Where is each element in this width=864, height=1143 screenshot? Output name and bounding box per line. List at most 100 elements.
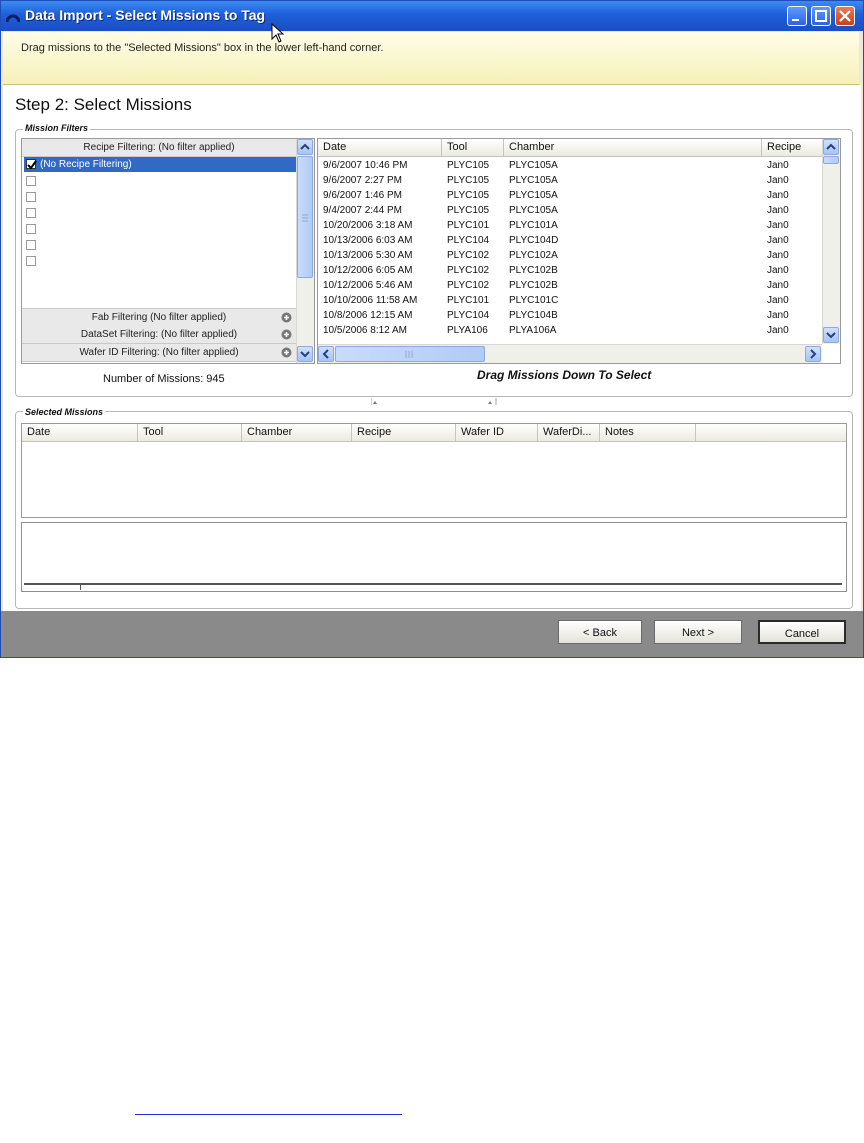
missions-grid[interactable]: Date Tool Chamber Recipe 9/6/2007 10:46 … [317,138,841,364]
scroll-up-button[interactable] [297,139,313,155]
column-header-date[interactable]: Date [22,424,138,441]
chevron-down-icon [300,351,310,358]
recipe-item[interactable] [24,190,296,205]
mission-cell: PLYC104B [509,310,558,321]
scroll-up-button[interactable] [823,139,839,155]
waferid-filter-header[interactable]: Wafer ID Filtering: (No filter applied) [22,344,296,362]
recipe-checkbox[interactable] [26,176,36,186]
column-header-recipe[interactable]: Recipe [762,139,822,156]
recipe-checkbox[interactable] [26,208,36,218]
recipe-checkbox[interactable] [26,256,36,266]
mission-cell: Jan0 [767,220,789,231]
dataset-filter-text: DataSet Filtering: (No filter applied) [80,329,238,340]
mission-cell: PLYC105A [509,160,558,171]
mission-cell: PLYC102B [509,280,558,291]
scroll-thumb[interactable] [823,156,839,164]
recipe-item[interactable] [24,222,296,237]
minimize-button[interactable] [787,6,807,26]
recipe-checkbox[interactable] [26,159,37,170]
cancel-button[interactable]: Cancel [758,620,846,644]
mission-cell: Jan0 [767,160,789,171]
mission-cell: PLYC105A [509,205,558,216]
mission-cell: Jan0 [767,265,789,276]
mission-row[interactable]: 9/6/2007 2:27 PM PLYC105 PLYC105A Jan0 [318,173,822,188]
maximize-button[interactable] [811,6,831,26]
filters-scrollbar[interactable] [296,139,314,363]
grip-icon [405,351,413,358]
expand-plus-icon[interactable] [281,347,292,358]
column-header-tool[interactable]: Tool [442,139,504,156]
scroll-down-button[interactable] [823,327,839,343]
mission-row[interactable]: 9/4/2007 2:44 PM PLYC105 PLYC105A Jan0 [318,203,822,218]
mission-row[interactable]: 10/8/2006 12:15 AM PLYC104 PLYC104B Jan0 [318,308,822,323]
missions-grid-header: Date Tool Chamber Recipe [318,139,822,157]
mission-cell: Jan0 [767,205,789,216]
mission-row[interactable]: 10/12/2006 5:46 AM PLYC102 PLYC102B Jan0 [318,278,822,293]
scroll-right-button[interactable] [805,346,821,362]
mission-row[interactable]: 10/12/2006 6:05 AM PLYC102 PLYC102B Jan0 [318,263,822,278]
drag-hint: Drag Missions Down To Select [477,368,652,382]
banner-text: Drag missions to the "Selected Missions"… [21,42,384,54]
recipe-filter-list[interactable]: (No Recipe Filtering) [22,156,296,308]
mission-cell: Jan0 [767,250,789,261]
column-header-wafer-id[interactable]: Wafer ID [456,424,538,441]
mission-filters-label: Mission Filters [23,123,91,133]
mission-cell: PLYC102B [509,265,558,276]
recipe-filter-header[interactable]: Recipe Filtering: (No filter applied) [22,139,296,157]
mission-cell: Jan0 [767,310,789,321]
dataset-filter-header[interactable]: DataSet Filtering: (No filter applied) [22,326,296,344]
recipe-item[interactable]: (No Recipe Filtering) [24,157,296,172]
back-button[interactable]: < Back [558,620,642,644]
panel-divider-tick [80,585,81,590]
missions-hscrollbar[interactable] [318,344,822,363]
recipe-checkbox[interactable] [26,192,36,202]
mission-cell: 9/6/2007 10:46 PM [323,160,408,171]
mission-cell: PLYC105 [447,205,490,216]
mission-row[interactable]: 9/6/2007 1:46 PM PLYC105 PLYC105A Jan0 [318,188,822,203]
column-header-chamber[interactable]: Chamber [504,139,762,156]
recipe-item[interactable] [24,206,296,221]
chevron-down-icon [826,332,836,339]
column-header-tool[interactable]: Tool [138,424,242,441]
mission-cell: Jan0 [767,190,789,201]
mission-cell: Jan0 [767,175,789,186]
mission-row[interactable]: 10/13/2006 5:30 AM PLYC102 PLYC102A Jan0 [318,248,822,263]
mission-row[interactable]: 10/20/2006 3:18 AM PLYC101 PLYC101A Jan0 [318,218,822,233]
column-header-recipe[interactable]: Recipe [352,424,456,441]
mission-cell: PLYC105A [509,190,558,201]
missions-vscrollbar[interactable] [822,139,840,344]
scroll-left-button[interactable] [318,346,334,362]
column-header-notes[interactable]: Notes [600,424,696,441]
recipe-checkbox[interactable] [26,240,36,250]
mission-row[interactable]: 10/5/2006 8:12 AM PLYA106 PLYA106A Jan0 [318,323,822,338]
recipe-item[interactable] [24,238,296,253]
selected-missions-grid[interactable]: Date Tool Chamber Recipe Wafer ID WaferD… [21,423,847,518]
close-button[interactable] [835,6,855,26]
mission-cell: 10/8/2006 12:15 AM [323,310,413,321]
title-bar[interactable]: Data Import - Select Missions to Tag [1,1,863,31]
mission-cell: PLYC101A [509,220,558,231]
scroll-thumb[interactable] [297,156,313,278]
mission-row[interactable]: 9/6/2007 10:46 PM PLYC105 PLYC105A Jan0 [318,158,822,173]
recipe-item[interactable] [24,174,296,189]
recipe-checkbox[interactable] [26,224,36,234]
column-header-chamber[interactable]: Chamber [242,424,352,441]
scroll-down-button[interactable] [297,346,313,362]
mission-row[interactable]: 10/13/2006 6:03 AM PLYC104 PLYC104D Jan0 [318,233,822,248]
mission-row[interactable]: 10/10/2006 11:58 AM PLYC101 PLYC101C Jan0 [318,293,822,308]
scroll-thumb[interactable] [335,346,485,362]
window-title: Data Import - Select Missions to Tag [25,7,266,23]
expand-plus-icon[interactable] [281,312,292,323]
column-header-wafer-di[interactable]: WaferDi... [538,424,600,441]
expand-plus-icon[interactable] [281,329,292,340]
recipe-item[interactable] [24,254,296,269]
mission-cell: Jan0 [767,235,789,246]
mission-count: Number of Missions: 945 [103,373,225,385]
fab-filter-header[interactable]: Fab Filtering (No filter applied) [22,308,296,327]
next-button[interactable]: Next > [654,620,742,644]
column-header-date[interactable]: Date [318,139,442,156]
selected-missions-label: Selected Missions [23,407,106,417]
mission-detail-panel[interactable] [21,522,847,592]
splitter-grip-icon[interactable] [371,398,501,406]
mission-cell: 9/6/2007 2:27 PM [323,175,402,186]
